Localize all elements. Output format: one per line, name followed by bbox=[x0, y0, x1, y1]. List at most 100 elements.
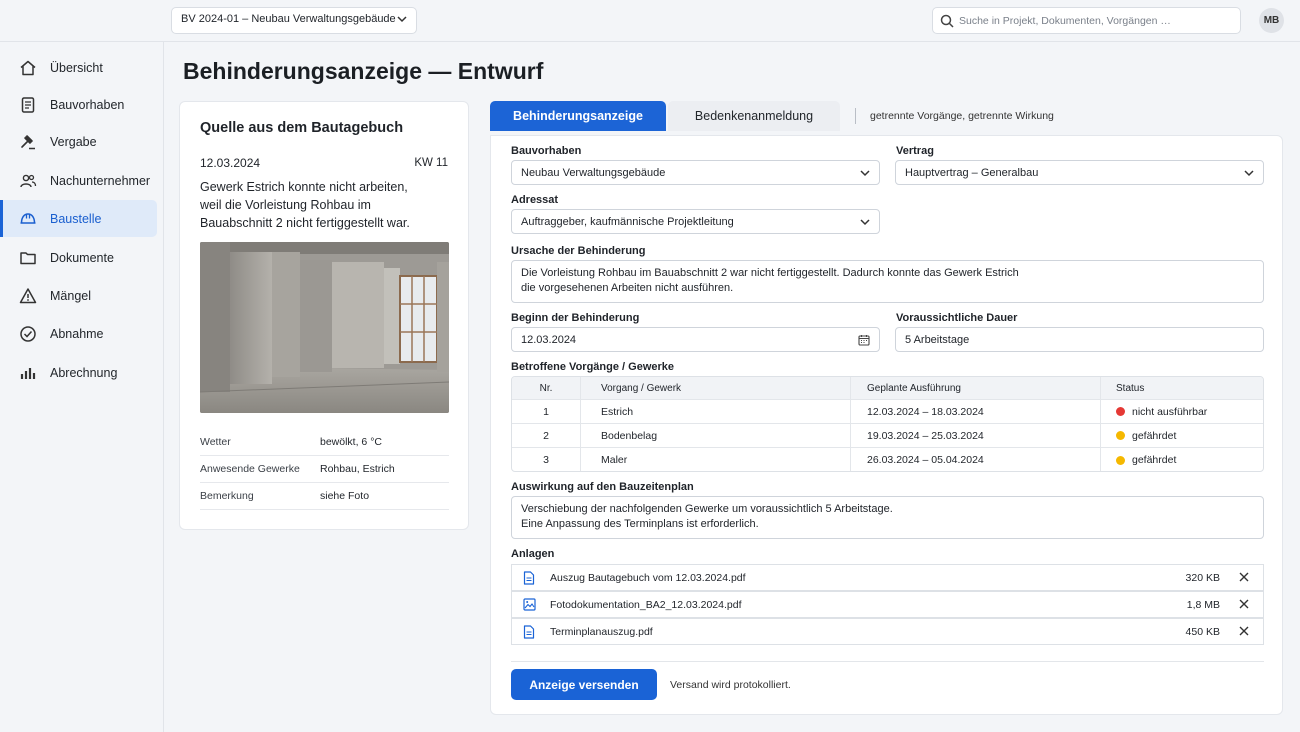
sidebar-item-abnahme[interactable]: Abnahme bbox=[0, 315, 157, 352]
status-text: nicht ausführbar bbox=[1132, 405, 1208, 418]
project-select-value: BV 2024-01 – Neubau Verwaltungsgebäude bbox=[181, 13, 396, 25]
attachment-size: 320 KB bbox=[1185, 571, 1220, 584]
sidebar-item-nachunternehmer[interactable]: Nachunternehmer bbox=[0, 162, 157, 199]
remove-attachment-button[interactable] bbox=[1239, 597, 1255, 612]
gavel-icon bbox=[19, 133, 37, 151]
tab-bedenkenanmeldung[interactable]: Bedenkenanmeldung bbox=[668, 101, 840, 131]
sidebar-item-uebersicht[interactable]: Übersicht bbox=[0, 49, 157, 86]
source-row-key: Wetter bbox=[200, 436, 231, 448]
tab-behinderungsanzeige[interactable]: Behinderungsanzeige bbox=[490, 101, 666, 131]
top-bar: BV 2024-01 – Neubau Verwaltungsgebäude S… bbox=[0, 0, 1300, 42]
sidebar-item-baustelle[interactable]: Baustelle bbox=[0, 200, 157, 237]
source-date: 12.03.2024 bbox=[200, 156, 261, 170]
table-row: 2 Bodenbelag 19.03.2024 – 25.03.2024 gef… bbox=[512, 424, 1263, 448]
vertrag-value: Hauptvertrag – Generalbau bbox=[905, 166, 1039, 179]
auswirkung-textarea[interactable]: Verschiebung der nachfolgenden Gewerke u… bbox=[511, 496, 1264, 539]
cell-nr: 1 bbox=[512, 400, 581, 423]
source-text: Gewerk Estrich konnte nicht arbeiten, we… bbox=[200, 180, 410, 230]
source-row-value: siehe Foto bbox=[320, 490, 370, 502]
auswirkung-label: Auswirkung auf den Bauzeitenplan bbox=[511, 481, 694, 493]
helmet-icon bbox=[19, 210, 37, 228]
sidebar: Übersicht Bauvorhaben Vergabe Nachuntern… bbox=[0, 42, 164, 732]
divider bbox=[511, 661, 1264, 662]
status-text: gefährdet bbox=[1132, 429, 1177, 442]
beginn-date-input[interactable]: 12.03.2024 bbox=[511, 327, 880, 352]
file-icon bbox=[523, 570, 537, 585]
close-icon bbox=[1239, 572, 1249, 582]
bauvorhaben-label: Bauvorhaben bbox=[511, 145, 582, 157]
sidebar-item-abrechnung[interactable]: Abrechnung bbox=[0, 354, 157, 391]
source-row-gewerke: Anwesende Gewerke Rohbau, Estrich bbox=[200, 456, 449, 483]
page-title: Behinderungsanzeige — Entwurf bbox=[183, 58, 544, 84]
attachment-size: 1,8 MB bbox=[1186, 598, 1220, 611]
chevron-down-icon bbox=[397, 16, 407, 23]
send-button[interactable]: Anzeige versenden bbox=[511, 669, 657, 700]
sidebar-item-label: Abrechnung bbox=[50, 365, 118, 380]
close-icon bbox=[1239, 626, 1249, 636]
sidebar-item-label: Baustelle bbox=[50, 211, 102, 226]
source-row-value: bewölkt, 6 °C bbox=[320, 436, 382, 448]
bauvorhaben-value: Neubau Verwaltungsgebäude bbox=[521, 166, 666, 179]
cell-zeitraum: 12.03.2024 – 18.03.2024 bbox=[851, 400, 1101, 423]
source-card: Quelle aus dem Bautagebuch 12.03.2024 KW… bbox=[179, 101, 469, 530]
ursache-textarea[interactable]: Die Vorleistung Rohbau im Bauabschnitt 2… bbox=[511, 260, 1264, 303]
search-icon bbox=[940, 14, 954, 28]
chevron-down-icon bbox=[1244, 169, 1254, 176]
dauer-input[interactable]: 5 Arbeitstage bbox=[895, 327, 1264, 352]
sidebar-item-label: Mängel bbox=[50, 288, 91, 303]
cell-gewerk: Estrich bbox=[581, 400, 851, 423]
search-input[interactable]: Suche in Projekt, Dokumenten, Vorgängen … bbox=[932, 7, 1241, 34]
remove-attachment-button[interactable] bbox=[1239, 624, 1255, 639]
bar-chart-icon bbox=[19, 364, 37, 382]
home-icon bbox=[19, 59, 37, 77]
users-icon bbox=[19, 172, 37, 190]
attachment-name: Fotodokumentation_BA2_12.03.2024.pdf bbox=[550, 598, 742, 611]
adressat-select[interactable]: Auftraggeber, kaufmännische Projektleitu… bbox=[511, 209, 880, 234]
close-icon bbox=[1239, 599, 1249, 609]
attachment-size: 450 KB bbox=[1185, 625, 1220, 638]
sidebar-item-label: Bauvorhaben bbox=[50, 97, 125, 112]
cell-zeitraum: 26.03.2024 – 05.04.2024 bbox=[851, 448, 1101, 471]
cell-status: gefährdet bbox=[1101, 448, 1263, 471]
attachment-name: Auszug Bautagebuch vom 12.03.2024.pdf bbox=[550, 571, 746, 584]
source-week: KW 11 bbox=[414, 157, 448, 169]
site-photo bbox=[200, 242, 449, 413]
attachment-item[interactable]: Terminplanauszug.pdf 450 KB bbox=[511, 618, 1264, 645]
beginn-label: Beginn der Behinderung bbox=[511, 312, 640, 324]
cell-nr: 2 bbox=[512, 424, 581, 447]
attachment-item[interactable]: Fotodokumentation_BA2_12.03.2024.pdf 1,8… bbox=[511, 591, 1264, 618]
sidebar-item-maengel[interactable]: Mängel bbox=[0, 277, 157, 314]
sidebar-item-vergabe[interactable]: Vergabe bbox=[0, 123, 157, 160]
status-dot-yellow bbox=[1116, 455, 1125, 465]
bauvorhaben-select[interactable]: Neubau Verwaltungsgebäude bbox=[511, 160, 880, 185]
attachment-name: Terminplanauszug.pdf bbox=[550, 625, 653, 638]
send-note: Versand wird protokolliert. bbox=[670, 679, 791, 691]
ursache-line: Die Vorleistung Rohbau im Bauabschnitt 2… bbox=[521, 267, 1019, 279]
project-select[interactable]: BV 2024-01 – Neubau Verwaltungsgebäude bbox=[171, 7, 417, 34]
sidebar-item-dokumente[interactable]: Dokumente bbox=[0, 239, 157, 276]
source-row-bemerkung: Bemerkung siehe Foto bbox=[200, 483, 449, 510]
source-row-key: Bemerkung bbox=[200, 490, 254, 502]
cell-zeitraum: 19.03.2024 – 25.03.2024 bbox=[851, 424, 1101, 447]
attachment-item[interactable]: Auszug Bautagebuch vom 12.03.2024.pdf 32… bbox=[511, 564, 1264, 591]
dauer-label: Voraussichtliche Dauer bbox=[896, 312, 1018, 324]
sidebar-item-label: Übersicht bbox=[50, 60, 103, 75]
betroffen-label: Betroffene Vorgänge / Gewerke bbox=[511, 361, 675, 373]
adressat-value: Auftraggeber, kaufmännische Projektleitu… bbox=[521, 215, 734, 228]
remove-attachment-button[interactable] bbox=[1239, 570, 1255, 585]
auswirkung-line: Eine Anpassung des Terminplans ist erfor… bbox=[521, 518, 759, 530]
avatar[interactable]: MB bbox=[1259, 8, 1284, 33]
table-header: Nr. Vorgang / Gewerk Geplante Ausführung… bbox=[512, 377, 1263, 400]
calendar-icon[interactable] bbox=[858, 334, 870, 346]
tab-note: getrennte Vorgänge, getrennte Wirkung bbox=[870, 110, 1054, 122]
source-row-wetter: Wetter bewölkt, 6 °C bbox=[200, 429, 449, 456]
sidebar-item-bauvorhaben[interactable]: Bauvorhaben bbox=[0, 86, 157, 123]
chevron-down-icon bbox=[860, 218, 870, 225]
column-header: Status bbox=[1116, 382, 1145, 394]
column-header: Vorgang / Gewerk bbox=[581, 377, 851, 399]
cell-gewerk: Bodenbelag bbox=[581, 424, 851, 447]
tab-divider bbox=[855, 108, 856, 124]
vertrag-select[interactable]: Hauptvertrag – Generalbau bbox=[895, 160, 1264, 185]
anlagen-label: Anlagen bbox=[511, 548, 555, 560]
file-icon bbox=[523, 624, 537, 639]
